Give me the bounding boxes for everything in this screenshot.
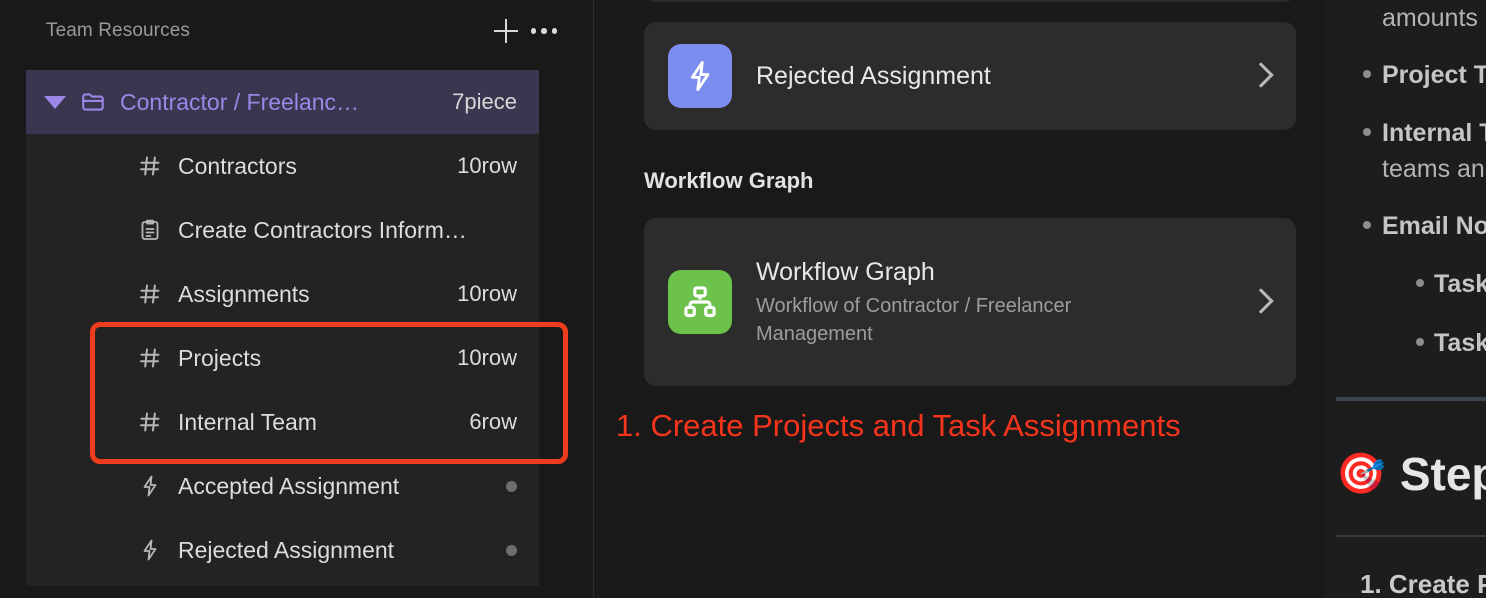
zap-icon <box>138 474 162 498</box>
tree-item-label: Assignments <box>178 280 310 307</box>
zap-icon <box>668 44 732 108</box>
tree-folder-count: 7piece <box>452 89 517 114</box>
red-step-annotation: 1. Create Projects and Task Assignments <box>616 408 1181 443</box>
sidebar-more-button[interactable] <box>525 12 563 50</box>
sidebar: Team Resources Contractor / Freelanc… 7p… <box>0 0 594 598</box>
tree-item-label: Contractors <box>178 152 297 179</box>
tree-item-meta: 6row <box>469 409 517 434</box>
bullet-point-icon <box>1363 127 1371 136</box>
workflow-graph-section-label: Workflow Graph <box>644 168 814 193</box>
doc-bullet-continuation: teams an <box>1382 154 1485 183</box>
doc-bullet-item: Email No <box>1330 208 1486 244</box>
tree-item-internal-team[interactable]: Internal Team 6row <box>26 390 539 454</box>
target-emoji-icon: 🎯 <box>1336 451 1386 496</box>
tree-item-accepted-assignment[interactable]: Accepted Assignment <box>26 454 539 518</box>
tree-item-meta: 10row <box>457 153 517 178</box>
bullet-point-icon <box>1416 279 1424 288</box>
status-dot <box>506 544 517 556</box>
app-root: Team Resources Contractor / Freelanc… 7p… <box>0 0 1486 598</box>
add-resource-button[interactable] <box>487 12 525 50</box>
tree-folder-name: Contractor / Freelanc… <box>120 88 360 115</box>
status-dot <box>506 480 517 492</box>
bullet-point-icon <box>1416 337 1424 346</box>
tree-item-label: Projects <box>178 344 262 371</box>
table-icon <box>138 410 162 434</box>
doc-divider-top <box>1336 396 1486 401</box>
tree-item-label: Internal Team <box>178 408 317 435</box>
doc-bullet-label: Email No <box>1382 212 1486 240</box>
tree-item-create-contractors-information[interactable]: Create Contractors Inform… <box>26 198 539 262</box>
doc-bullet-label: Project T <box>1382 61 1486 90</box>
workflow-graph-card[interactable]: Workflow Graph Workflow of Contractor / … <box>644 218 1296 386</box>
tree-item-rejected-assignment[interactable]: Rejected Assignment <box>26 518 539 582</box>
tree-item-label: Create Contractors Inform… <box>178 216 467 243</box>
table-icon <box>138 154 162 178</box>
ellipsis-icon <box>530 28 558 34</box>
bullet-point-icon <box>1363 221 1371 229</box>
tree-item-contractors[interactable]: Contractors 10row <box>26 134 539 198</box>
card-body: Workflow Graph Workflow of Contractor / … <box>756 256 1234 349</box>
table-icon <box>138 282 162 306</box>
tree-folder-row[interactable]: Contractor / Freelanc… 7piece <box>26 70 539 134</box>
doc-bullet-label: Task <box>1434 328 1486 357</box>
doc-step-heading-text: Step <box>1399 447 1486 500</box>
doc-bullet-item-nested: Task <box>1330 266 1486 302</box>
hierarchy-icon <box>668 270 732 334</box>
previous-card-edge <box>644 0 1296 2</box>
tree-item-assignments[interactable]: Assignments 10row <box>26 262 539 326</box>
doc-bullet-label: Internal T <box>1382 118 1486 147</box>
doc-cut-text: amounts <box>1382 4 1478 32</box>
doc-bullet-item: Internal T teams an <box>1330 115 1486 188</box>
plus-icon <box>493 18 519 44</box>
doc-step-heading: 🎯 Step <box>1330 447 1486 501</box>
sidebar-header: Team Resources <box>0 0 593 62</box>
resource-tree: Contractor / Freelanc… 7piece Contractor… <box>26 70 539 586</box>
card-title: Rejected Assignment <box>756 61 991 90</box>
tree-item-label: Rejected Assignment <box>178 536 395 563</box>
clipboard-icon <box>138 218 162 242</box>
tree-item-projects[interactable]: Projects 10row <box>26 326 539 390</box>
doc-step-item: 1. Create P <box>1360 568 1486 598</box>
doc-bullet-label: Task <box>1434 270 1486 299</box>
card-subtitle: Workflow of Contractor / Freelancer Mana… <box>756 295 1072 345</box>
card-body: Rejected Assignment <box>756 60 1234 93</box>
caret-down-icon[interactable] <box>44 95 66 109</box>
sidebar-title: Team Resources <box>46 20 190 41</box>
rejected-assignment-card[interactable]: Rejected Assignment <box>644 22 1296 130</box>
doc-bullet-item-nested: Task <box>1330 325 1486 361</box>
card-title: Workflow Graph <box>756 257 935 286</box>
tree-item-label: Accepted Assignment <box>178 472 400 499</box>
table-icon <box>138 346 162 370</box>
chevron-right-icon[interactable] <box>1250 285 1272 319</box>
tree-item-meta: 10row <box>457 281 517 306</box>
tree-item-meta: 10row <box>457 345 517 370</box>
zap-icon <box>138 538 162 562</box>
document-panel: amounts Project T Internal T teams an Em… <box>1324 0 1486 598</box>
folder-icon <box>80 89 106 115</box>
chevron-right-icon[interactable] <box>1250 59 1272 93</box>
doc-divider-bottom <box>1336 534 1486 537</box>
doc-bullet-item: Project T <box>1330 57 1486 93</box>
center-panel: Rejected Assignment Workflow Graph Workf… <box>594 0 1324 598</box>
bullet-point-icon <box>1363 70 1371 79</box>
document-content: amounts Project T Internal T teams an Em… <box>1330 0 1486 598</box>
